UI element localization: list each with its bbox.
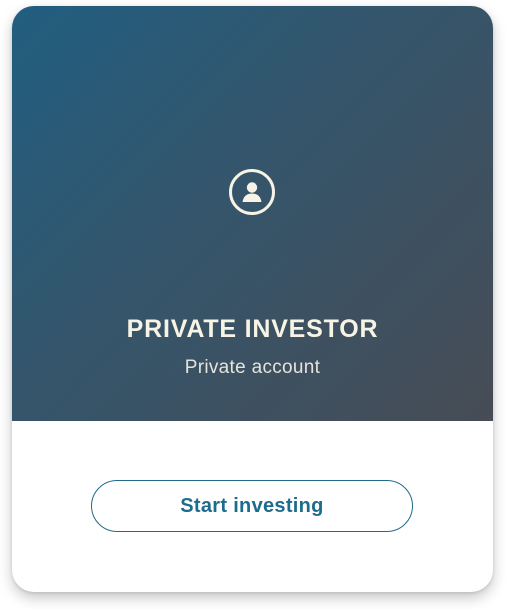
account-type-card[interactable]: PRIVATE INVESTOR Private account Start i… bbox=[12, 6, 493, 592]
user-circle-icon bbox=[228, 168, 276, 216]
start-investing-button[interactable]: Start investing bbox=[91, 480, 413, 532]
card-header: PRIVATE INVESTOR Private account bbox=[12, 6, 493, 421]
account-type-title: PRIVATE INVESTOR bbox=[126, 315, 379, 343]
account-type-subtitle: Private account bbox=[184, 357, 321, 378]
